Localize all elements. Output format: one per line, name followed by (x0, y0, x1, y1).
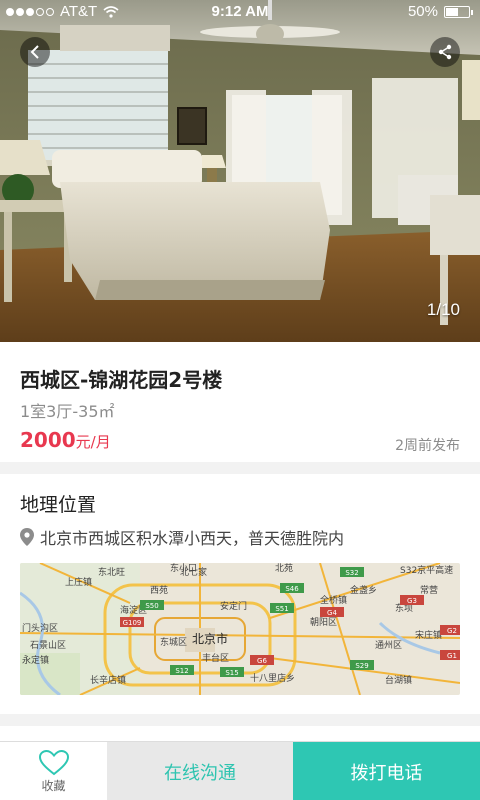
map-place-label: 西苑 (150, 584, 168, 596)
online-chat-button[interactable]: 在线沟通 (107, 742, 293, 800)
map-pin-icon (20, 528, 34, 546)
map-place-label: 朝阳区 (310, 617, 337, 628)
listing-price: 2000元/月 (20, 428, 111, 452)
road-shield-label: G4 (327, 609, 337, 617)
bedroom-photo (0, 0, 480, 342)
map-place-label: 永定镇 (22, 654, 49, 666)
listing-photo-gallery[interactable]: AT&T 9:12 AM 50% 1/10 (0, 0, 480, 342)
map-place-label: 十八里店乡 (250, 672, 295, 684)
map-place-label: 北苑 (275, 563, 293, 574)
map-place-label: 上庄镇 (65, 576, 92, 588)
map-place-label: 北京市 (192, 631, 228, 646)
road-shield-label: G109 (123, 619, 142, 627)
price-unit: 元/月 (75, 433, 111, 451)
location-card: 地理位置 北京市西城区积水潭小西天，普天德胜院内 东北旺 北七家 S32京平高速… (0, 474, 480, 714)
map-place-label: 长辛店镇 (90, 674, 126, 686)
posted-time: 2周前发布 (395, 438, 460, 454)
road-shield-label: S46 (285, 585, 299, 593)
road-shield-label: S51 (275, 605, 288, 613)
map-place-label: 东北旺 (98, 566, 125, 578)
favorite-button[interactable]: 收藏 (0, 742, 107, 800)
bottom-action-bar: 收藏 在线沟通 拨打电话 (0, 741, 480, 800)
road-shield-label: G3 (407, 597, 417, 605)
chat-label: 在线沟通 (164, 762, 236, 784)
listing-title: 西城区-锦湖花园2号楼 (20, 368, 223, 392)
price-amount: 2000 (20, 428, 76, 452)
map-place-label: 安定门 (220, 600, 247, 612)
map-place-label: 门头沟区 (22, 622, 58, 634)
map-place-label: 台湖镇 (385, 674, 412, 686)
road-shield-label: S15 (225, 669, 238, 677)
road-shield-label: S29 (355, 662, 368, 670)
battery-percent: 50% (407, 3, 438, 20)
location-heading: 地理位置 (20, 494, 97, 516)
map-place-label: 通州区 (375, 640, 402, 651)
listing-layout-size: 1室3厅-35㎡ (20, 402, 115, 421)
map-place-label: S32京平高速 (400, 564, 453, 576)
map-image: 东北旺 北七家 S32京平高速东坝海淀区朝阳区石景山区 东城区 北京市丰台区通州区门头沟… (20, 563, 460, 695)
battery-icon (444, 5, 473, 18)
location-address: 北京市西城区积水潭小西天，普天德胜院内 (20, 525, 344, 549)
status-bar: AT&T 9:12 AM 50% (0, 0, 480, 24)
map-place-label: 石景山区 (30, 640, 66, 651)
road-shield-label: S50 (145, 602, 158, 610)
map-place-label: 东小口 (170, 563, 197, 574)
road-shield-label: G1 (447, 652, 457, 660)
heart-icon (38, 749, 69, 775)
listing-info-card: 西城区-锦湖花园2号楼 1室3厅-35㎡ 2000元/月 2周前发布 (0, 342, 480, 462)
map-place-label: 金盏乡 (350, 584, 377, 596)
road-shield-label: G6 (257, 657, 267, 665)
map-place-label: 宋庄镇 (415, 629, 442, 641)
chevron-left-icon (30, 45, 39, 59)
road-shield-label: S12 (175, 667, 188, 675)
map-place-label: 全桥镇 (320, 594, 347, 606)
call-button[interactable]: 拨打电话 (293, 742, 480, 800)
call-label: 拨打电话 (350, 762, 423, 784)
photo-counter: 1/10 (426, 300, 460, 319)
road-shield-label: G2 (447, 627, 457, 635)
road-shield-label: S32 (345, 569, 358, 577)
map-place-label: 常营 (420, 584, 438, 596)
share-button[interactable] (430, 37, 460, 67)
back-button[interactable] (20, 37, 50, 67)
map-place-label: 丰台区 (202, 652, 229, 664)
map-place-label: 东城区 (160, 636, 187, 648)
location-map[interactable]: 东北旺 北七家 S32京平高速 东坝 海淀区 朝阳区 石景山区 东城区 北京市 丰台区 通州区 门头沟… (20, 563, 460, 695)
address-text: 北京市西城区积水潭小西天，普天德胜院内 (40, 529, 345, 548)
favorite-label: 收藏 (41, 778, 66, 793)
share-icon (438, 44, 452, 60)
